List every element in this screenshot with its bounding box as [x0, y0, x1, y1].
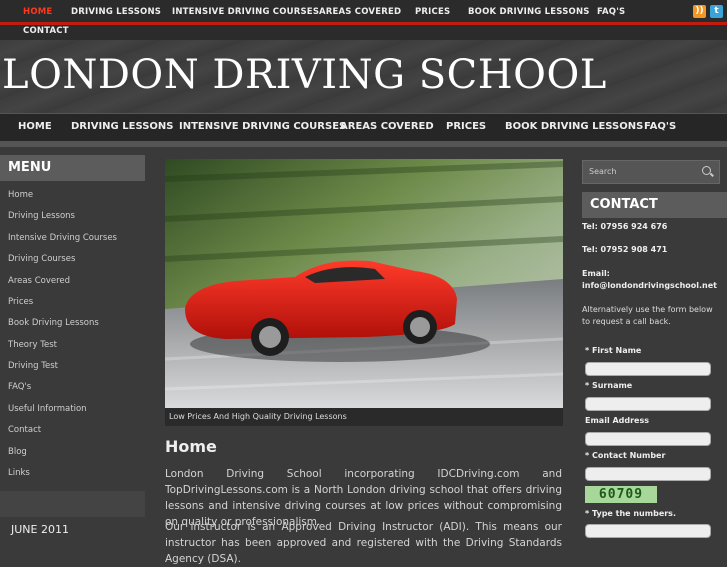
contact-number-label: * Contact Number	[585, 451, 666, 460]
contact-tel-1: Tel: 07956 924 676	[582, 222, 668, 231]
contact-email-link[interactable]: info@londondrivingschool.net	[582, 281, 717, 290]
contact-tel-2: Tel: 07952 908 471	[582, 245, 668, 254]
contact-note: Alternatively use the form below to requ…	[582, 305, 713, 326]
top-nav-home[interactable]: HOME	[23, 7, 52, 17]
first-name-label: * First Name	[585, 346, 642, 355]
nav-divider	[0, 141, 727, 147]
sidebar-item-book-lessons[interactable]: Book Driving Lessons	[8, 318, 99, 328]
sidebar-item-areas-covered[interactable]: Areas Covered	[8, 276, 70, 286]
top-nav-intensive-courses[interactable]: INTENSIVE DRIVING COURSES	[172, 7, 319, 17]
search-icon[interactable]	[702, 166, 711, 175]
main-nav-intensive-courses[interactable]: INTENSIVE DRIVING COURSES	[179, 121, 346, 132]
sidebar-item-driving-courses[interactable]: Driving Courses	[8, 254, 75, 264]
image-caption: Low Prices And High Quality Driving Less…	[169, 412, 347, 421]
sidebar-separator	[0, 491, 145, 517]
rss-icon[interactable]: ))	[693, 5, 706, 18]
sidebar-item-faqs[interactable]: FAQ's	[8, 382, 31, 392]
menu-heading-label: MENU	[8, 160, 52, 175]
first-name-field[interactable]	[585, 362, 711, 376]
sidebar-item-driving-lessons[interactable]: Driving Lessons	[8, 211, 75, 221]
top-nav-areas-covered[interactable]: AREAS COVERED	[319, 7, 401, 17]
top-nav-contact[interactable]: CONTACT	[23, 26, 69, 36]
top-nav-book-lessons[interactable]: BOOK DRIVING LESSONS	[468, 7, 590, 17]
email-field[interactable]	[585, 432, 711, 446]
top-nav-driving-lessons[interactable]: DRIVING LESSONS	[71, 7, 161, 17]
hero-image	[165, 159, 563, 408]
contact-number-field[interactable]	[585, 467, 711, 481]
red-sports-car-image	[165, 159, 563, 408]
main-nav-areas-covered[interactable]: AREAS COVERED	[340, 121, 434, 132]
sidebar-item-driving-test[interactable]: Driving Test	[8, 361, 58, 371]
captcha-label: * Type the numbers.	[585, 509, 676, 518]
search-placeholder: Search	[589, 167, 617, 176]
top-nav-prices[interactable]: PRICES	[415, 7, 450, 17]
top-nav-faqs[interactable]: FAQ'S	[597, 7, 625, 17]
sidebar-item-prices[interactable]: Prices	[8, 297, 33, 307]
sidebar-item-useful-information[interactable]: Useful Information	[8, 404, 87, 414]
sidebar-item-links[interactable]: Links	[8, 468, 30, 478]
sidebar-item-contact[interactable]: Contact	[8, 425, 41, 435]
top-accent-line	[0, 22, 727, 25]
top-bar	[0, 0, 727, 40]
surname-label: * Surname	[585, 381, 633, 390]
surname-field[interactable]	[585, 397, 711, 411]
sidebar-item-intensive-courses[interactable]: Intensive Driving Courses	[8, 233, 117, 243]
main-nav-prices[interactable]: PRICES	[446, 121, 486, 132]
main-nav-driving-lessons[interactable]: DRIVING LESSONS	[71, 121, 173, 132]
main-nav-home[interactable]: HOME	[18, 121, 52, 132]
contact-heading-label: CONTACT	[590, 197, 658, 212]
main-nav-book-lessons[interactable]: BOOK DRIVING LESSONS	[505, 121, 643, 132]
menu-heading: MENU	[0, 155, 145, 181]
site-title[interactable]: LONDON DRIVING SCHOOL	[2, 52, 607, 98]
contact-email-label: Email:	[582, 269, 610, 278]
twitter-icon[interactable]: t	[710, 5, 723, 18]
sidebar-item-home[interactable]: Home	[8, 190, 33, 200]
captcha-field[interactable]	[585, 524, 711, 538]
instructor-paragraph: Our instructor is an Approved Driving In…	[165, 521, 562, 565]
sidebar-item-blog[interactable]: Blog	[8, 447, 27, 457]
archive-month[interactable]: JUNE 2011	[11, 523, 69, 536]
main-nav-faqs[interactable]: FAQ'S	[644, 121, 676, 132]
main-nav: HOME DRIVING LESSONS INTENSIVE DRIVING C…	[0, 113, 727, 141]
search-input[interactable]: Search	[582, 160, 720, 184]
page-title: Home	[165, 437, 217, 456]
contact-heading: CONTACT	[582, 192, 727, 218]
email-label: Email Address	[585, 416, 650, 425]
sidebar-item-theory-test[interactable]: Theory Test	[8, 340, 57, 350]
image-caption-bar: Low Prices And High Quality Driving Less…	[165, 408, 563, 426]
captcha-image: 60709	[585, 486, 657, 503]
